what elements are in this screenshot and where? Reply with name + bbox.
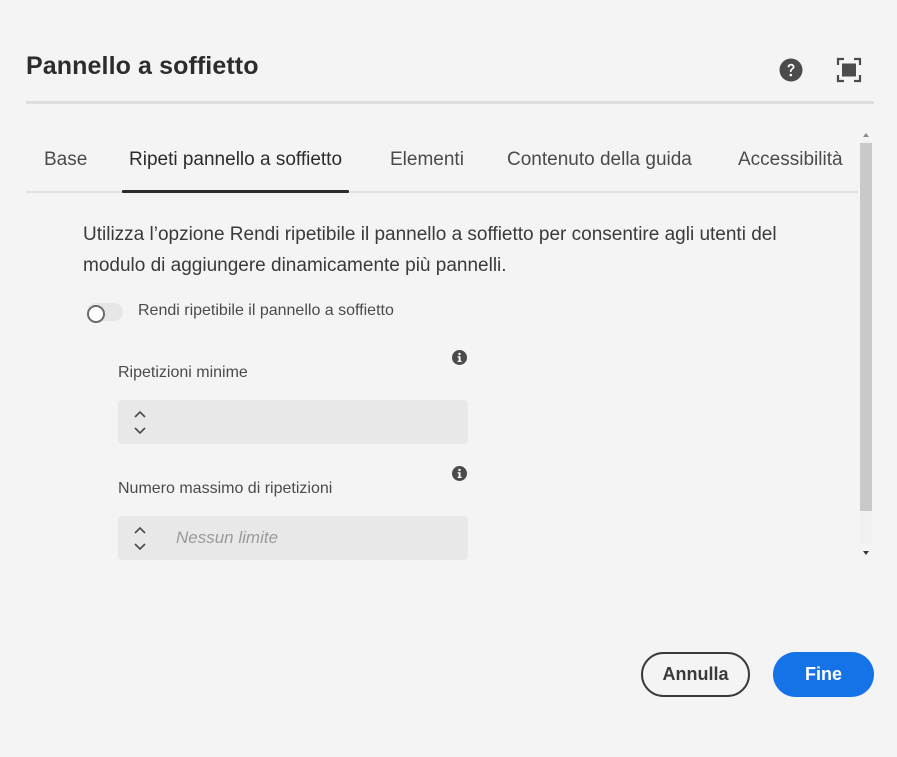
- tab-help-content[interactable]: Contenuto della guida: [507, 149, 692, 171]
- repeatable-toggle-label: Rendi ripetibile il pannello a soffietto: [138, 302, 394, 319]
- tab-base[interactable]: Base: [44, 149, 87, 171]
- stepper-arrows: [132, 408, 148, 438]
- info-icon[interactable]: [452, 466, 467, 481]
- max-repetitions-label: Numero massimo di ripetizioni: [118, 480, 333, 497]
- toggle-track[interactable]: [87, 303, 123, 323]
- chevron-up-icon[interactable]: [132, 524, 148, 536]
- scrollbar-thumb[interactable]: [860, 143, 872, 511]
- done-button[interactable]: Fine: [773, 652, 874, 697]
- panel-description: Utilizza l’opzione Rendi ripetibile il p…: [83, 224, 777, 276]
- fullscreen-icon[interactable]: [836, 57, 862, 83]
- dialog-title: Pannello a soffietto: [26, 52, 259, 80]
- info-icon[interactable]: [452, 350, 467, 365]
- toggle-knob[interactable]: [87, 305, 105, 323]
- selected-tab-indicator: [122, 190, 349, 193]
- tab-repeat-accordion[interactable]: Ripeti pannello a soffietto: [129, 149, 342, 171]
- help-icon[interactable]: [779, 58, 803, 82]
- title-divider: [26, 101, 874, 104]
- min-repetitions-label: Ripetizioni minime: [118, 364, 248, 381]
- scroll-down-arrow-icon[interactable]: [858, 546, 874, 560]
- chevron-down-icon[interactable]: [132, 423, 148, 435]
- stepper-arrows: [132, 524, 148, 554]
- max-repetitions-input[interactable]: [176, 516, 456, 560]
- chevron-up-icon[interactable]: [132, 408, 148, 420]
- dialog-content: Base Ripeti pannello a soffietto Element…: [26, 128, 858, 563]
- tab-items[interactable]: Elementi: [390, 149, 464, 171]
- chevron-down-icon[interactable]: [132, 539, 148, 551]
- max-repetitions-stepper[interactable]: [118, 516, 468, 560]
- scroll-up-arrow-icon[interactable]: [858, 128, 874, 142]
- vertical-scrollbar[interactable]: [858, 128, 874, 563]
- cancel-button[interactable]: Annulla: [641, 652, 750, 697]
- min-repetitions-input[interactable]: [176, 400, 456, 444]
- tab-accessibility[interactable]: Accessibilità: [738, 149, 843, 171]
- min-repetitions-stepper[interactable]: [118, 400, 468, 444]
- tab-list: Base Ripeti pannello a soffietto Element…: [26, 128, 858, 194]
- accordion-dialog: Pannello a soffietto Base Ripeti pannell…: [0, 0, 897, 757]
